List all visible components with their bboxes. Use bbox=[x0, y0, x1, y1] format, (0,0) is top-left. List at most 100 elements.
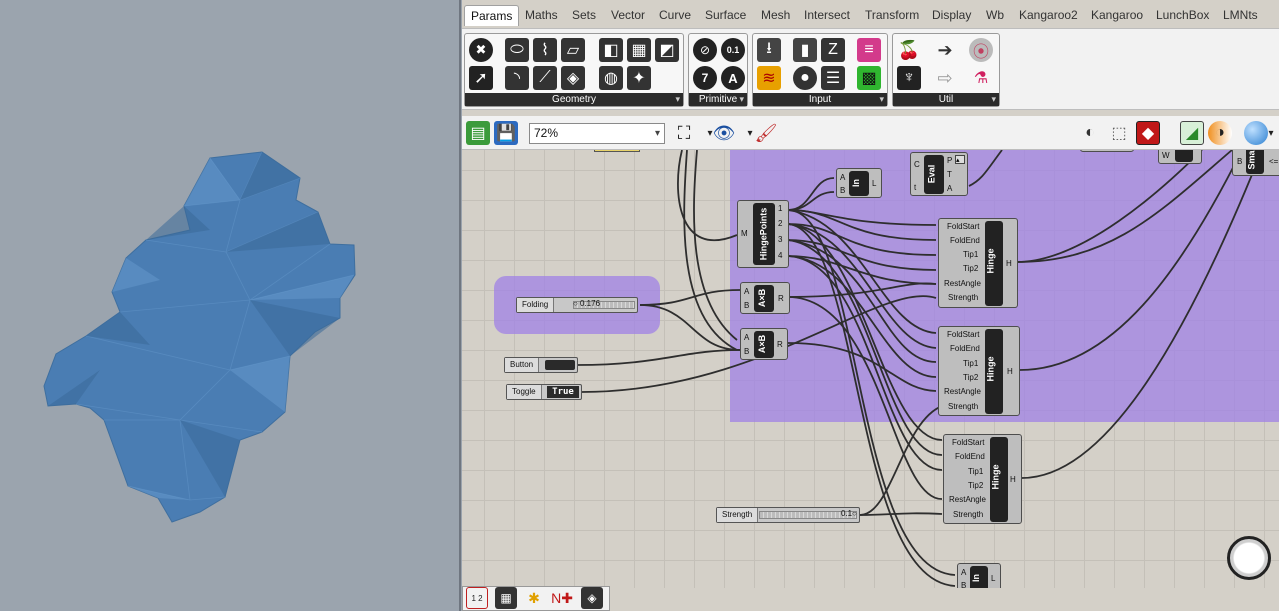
tab-params[interactable]: Params bbox=[464, 5, 520, 26]
port-b[interactable]: B bbox=[744, 301, 749, 310]
port-a-out[interactable]: A bbox=[947, 184, 952, 193]
graph-mapper-icon[interactable]: ≋ bbox=[757, 66, 781, 90]
zoom-extents-icon[interactable]: ⛶ bbox=[672, 121, 696, 145]
expand-icon[interactable]: ▴ bbox=[955, 155, 965, 164]
line-param-icon[interactable]: ⟋ bbox=[533, 66, 557, 90]
port-a[interactable]: A bbox=[840, 173, 845, 182]
twisted-box-param-icon[interactable]: ✦ bbox=[627, 66, 651, 90]
button-param[interactable]: Button bbox=[504, 357, 578, 373]
image-sampler-icon[interactable]: ▩ bbox=[857, 66, 881, 90]
integer-param-icon[interactable]: 7 bbox=[693, 66, 717, 90]
ln-component[interactable]: A B ln L bbox=[957, 563, 1001, 588]
port-m[interactable]: M bbox=[741, 229, 748, 238]
folding-slider[interactable]: Folding ○ 0.176 bbox=[516, 297, 638, 313]
port-foldend[interactable]: FoldEnd bbox=[955, 452, 985, 461]
port-l[interactable]: L bbox=[991, 574, 995, 583]
port-t[interactable]: t bbox=[914, 183, 916, 192]
preview-mode-icon[interactable]: ◐ bbox=[1078, 121, 1102, 145]
geometry-icon[interactable]: ✖ bbox=[469, 38, 493, 62]
port-h[interactable]: H bbox=[1006, 259, 1012, 268]
expand-icon[interactable]: ▾ bbox=[991, 93, 996, 106]
port-w[interactable]: W bbox=[1162, 151, 1170, 160]
data-input-icon[interactable]: ⇨ bbox=[933, 66, 957, 90]
port-tip2[interactable]: Tip2 bbox=[968, 481, 983, 490]
smaller-than-component[interactable]: B Sma <= bbox=[1232, 150, 1279, 176]
hinge-component[interactable]: FoldStart FoldEnd Tip1 Tip2 RestAngle St… bbox=[943, 434, 1022, 524]
cherry-icon[interactable]: 🍒 bbox=[897, 38, 921, 62]
zoom-dropdown[interactable]: 72% ▾ bbox=[529, 123, 665, 144]
port-b[interactable]: B bbox=[840, 186, 845, 195]
tab-lmnts[interactable]: LMNts bbox=[1223, 8, 1258, 22]
port-b[interactable]: B bbox=[1237, 157, 1242, 166]
port-1[interactable]: 1 bbox=[778, 204, 782, 213]
data-output-icon[interactable]: ➔ bbox=[933, 38, 957, 62]
port-tip1[interactable]: Tip1 bbox=[968, 467, 983, 476]
hinge-component[interactable]: FoldStart FoldEnd Tip1 Tip2 RestAngle St… bbox=[938, 326, 1020, 416]
tab-sets[interactable]: Sets bbox=[572, 8, 596, 22]
surface-param-icon[interactable]: ▱ bbox=[561, 38, 585, 62]
material-icon[interactable]: ◑ bbox=[1208, 121, 1232, 145]
port-restangle[interactable]: RestAngle bbox=[949, 495, 986, 504]
port-t-out[interactable]: T bbox=[947, 170, 952, 179]
tab-vector[interactable]: Vector bbox=[611, 8, 645, 22]
hinge-component[interactable]: FoldStart FoldEnd Tip1 Tip2 RestAngle St… bbox=[938, 218, 1018, 308]
port-foldstart[interactable]: FoldStart bbox=[947, 330, 979, 339]
port-3[interactable]: 3 bbox=[778, 235, 782, 244]
tab-display[interactable]: Display bbox=[932, 8, 971, 22]
port-foldend[interactable]: FoldEnd bbox=[950, 344, 980, 353]
port-2[interactable]: 2 bbox=[778, 219, 782, 228]
tab-surface[interactable]: Surface bbox=[705, 8, 746, 22]
rhino-viewport[interactable] bbox=[0, 0, 461, 611]
port-b[interactable]: B bbox=[961, 581, 966, 588]
gradient-icon[interactable]: ≡ bbox=[857, 38, 881, 62]
flask-icon[interactable]: ⚗ bbox=[969, 66, 993, 90]
dial-icon[interactable]: ● bbox=[793, 66, 817, 90]
port-a[interactable]: A bbox=[744, 333, 749, 342]
preview-eye-icon[interactable]: 👁 bbox=[712, 121, 736, 145]
port-restangle[interactable]: RestAngle bbox=[944, 279, 981, 288]
tab-lunchbox[interactable]: LunchBox bbox=[1156, 8, 1209, 22]
toggle-icon[interactable]: Z bbox=[821, 38, 845, 62]
port-foldstart[interactable]: FoldStart bbox=[952, 438, 984, 447]
port-strength[interactable]: Strength bbox=[953, 510, 983, 519]
expand-icon[interactable]: ▾ bbox=[739, 93, 744, 106]
brep-param-icon[interactable]: ◩ bbox=[655, 38, 679, 62]
box-param-icon[interactable]: ◧ bbox=[599, 38, 623, 62]
hingepoints-component[interactable]: M HingePoints 1 2 3 4 bbox=[737, 200, 789, 268]
multiply-component[interactable]: A B A×B R bbox=[740, 328, 788, 360]
diamond-icon[interactable]: ◈ bbox=[581, 587, 603, 609]
open-file-icon[interactable]: ▤ bbox=[466, 121, 490, 145]
tab-intersect[interactable]: Intersect bbox=[804, 8, 850, 22]
port-lte[interactable]: <= bbox=[1269, 157, 1278, 166]
boolean-param-icon[interactable]: ⊘ bbox=[693, 38, 717, 62]
tab-maths[interactable]: Maths bbox=[525, 8, 558, 22]
ln-component[interactable]: A B ln L bbox=[836, 168, 882, 198]
tab-curve[interactable]: Curve bbox=[659, 8, 691, 22]
eval-component[interactable]: C t Eval P T A ▴ bbox=[910, 152, 968, 196]
port-r[interactable]: R bbox=[778, 294, 784, 303]
button-icon[interactable]: ▮ bbox=[793, 38, 817, 62]
port-b[interactable]: B bbox=[744, 347, 749, 356]
sort-icon[interactable]: 1 2 bbox=[466, 587, 488, 609]
tab-mesh[interactable]: Mesh bbox=[761, 8, 790, 22]
number-param-icon[interactable]: 0.1 bbox=[721, 38, 745, 62]
multiply-component[interactable]: A B A×B R bbox=[740, 282, 790, 314]
save-file-icon[interactable]: 💾 bbox=[494, 121, 518, 145]
port-a[interactable]: A bbox=[961, 568, 966, 577]
slider-grip-icon[interactable]: ○ bbox=[852, 509, 857, 518]
partial-component[interactable] bbox=[1080, 150, 1134, 152]
strength-slider[interactable]: Strength 0.1 ○ bbox=[716, 507, 860, 523]
slider-grip-icon[interactable]: ○ bbox=[573, 299, 578, 308]
mesh-icon[interactable]: ▦ bbox=[495, 587, 517, 609]
toggle-value[interactable]: True bbox=[547, 386, 579, 398]
import-icon[interactable]: ⭳ bbox=[757, 38, 781, 62]
port-a[interactable]: A bbox=[744, 287, 749, 296]
port-h[interactable]: H bbox=[1007, 367, 1013, 376]
port-4[interactable]: 4 bbox=[778, 251, 782, 260]
tree-icon[interactable]: ♆ bbox=[897, 66, 921, 90]
port-p[interactable]: P bbox=[947, 156, 952, 165]
tab-kangaroo[interactable]: Kangaroo bbox=[1091, 8, 1143, 22]
port-restangle[interactable]: RestAngle bbox=[944, 387, 981, 396]
point-param-icon[interactable]: ◈ bbox=[561, 66, 585, 90]
wireframe-icon[interactable]: ⬚ bbox=[1107, 121, 1131, 145]
